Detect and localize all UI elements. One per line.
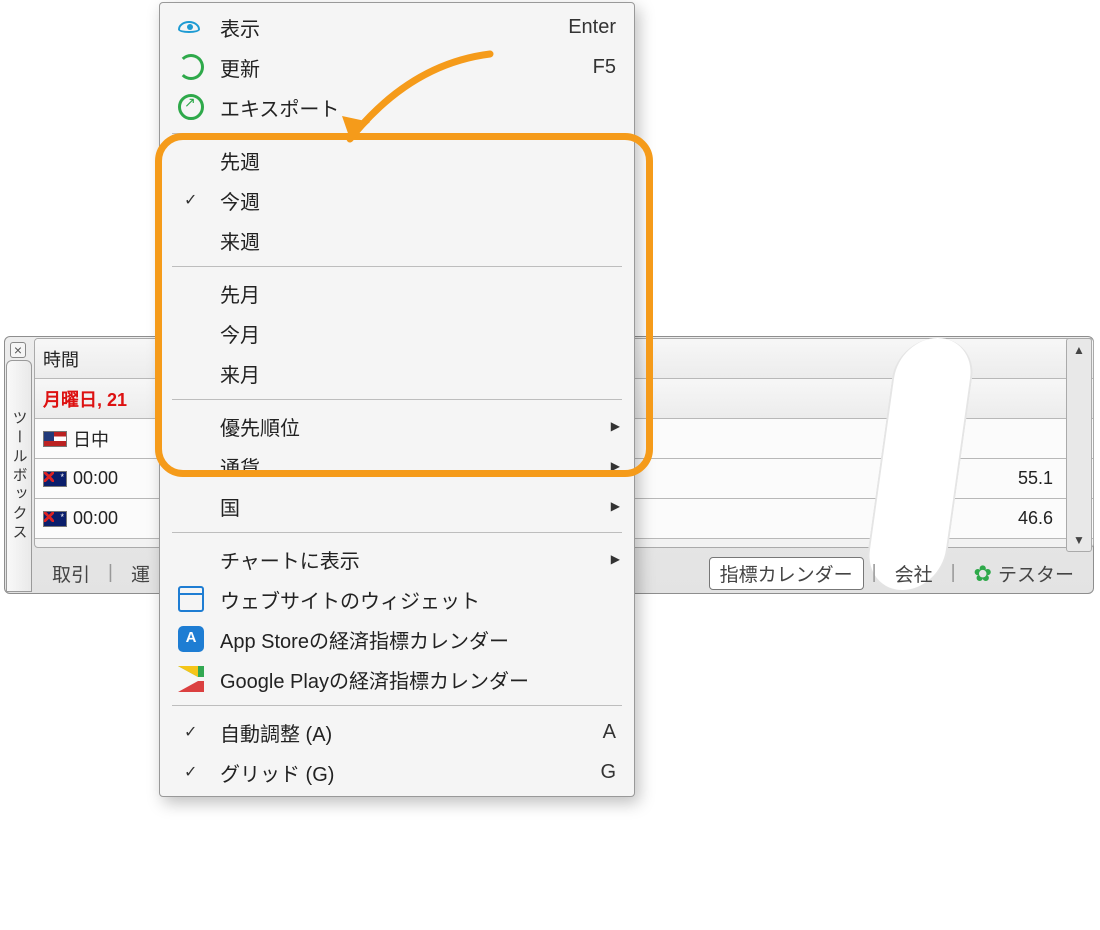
appstore-icon: A <box>178 626 204 652</box>
label: 来週 <box>220 226 260 255</box>
calendar-icon <box>178 586 204 612</box>
menu-refresh-shortcut: F5 <box>593 56 616 79</box>
menu-separator <box>172 705 622 706</box>
star-icon: ✿ <box>974 561 992 586</box>
label: ウェブサイトのウィジェット <box>220 585 480 614</box>
label: 今月 <box>220 319 260 348</box>
toolbox-vertical-tab[interactable]: ツールボックス <box>6 360 32 592</box>
tab-separator-icon: | <box>951 562 956 584</box>
menu-country[interactable]: 国▶ <box>160 486 634 526</box>
eye-icon <box>178 21 200 33</box>
row-time: 日中 <box>73 426 109 452</box>
label: 自動調整 (A) <box>220 718 332 747</box>
submenu-arrow-icon: ▶ <box>611 499 620 513</box>
tab-tester[interactable]: ✿ テスター <box>964 558 1084 589</box>
menu-period-next-month[interactable]: 来月 <box>160 353 634 393</box>
label: チャートに表示 <box>220 545 360 574</box>
menu-export[interactable]: エキスポート <box>160 87 634 127</box>
flag-au-icon <box>43 511 67 527</box>
menu-export-label: エキスポート <box>220 93 339 122</box>
menu-priority[interactable]: 優先順位 ▶ <box>160 406 634 446</box>
refresh-icon <box>178 54 204 80</box>
menu-googleplay[interactable]: Google Playの経済指標カレンダー <box>160 659 634 699</box>
submenu-arrow-icon: ▶ <box>611 419 620 433</box>
menu-period-this-month[interactable]: 今月 <box>160 313 634 353</box>
tab-tester-label: テスター <box>998 565 1074 586</box>
menu-separator <box>172 532 622 533</box>
menu-auto-adjust[interactable]: ✓ 自動調整 (A) A <box>160 712 634 752</box>
label: 優先順位 <box>220 412 300 441</box>
menu-period-last-week[interactable]: 先週 <box>160 140 634 180</box>
menu-refresh-label: 更新 <box>220 53 260 82</box>
tab-operations[interactable]: 運 <box>121 558 160 589</box>
menu-view-shortcut: Enter <box>568 16 616 39</box>
label: 先週 <box>220 146 260 175</box>
menu-period-this-week[interactable]: ✓ 今週 <box>160 180 634 220</box>
tab-economic-calendar[interactable]: 指標カレンダー <box>709 557 864 590</box>
scroll-down-icon[interactable]: ▼ <box>1067 533 1091 547</box>
context-menu: 表示 Enter 更新 F5 エキスポート 先週 ✓ 今週 来週 先月 今月 来月… <box>159 2 635 797</box>
close-panel-button[interactable]: × <box>10 342 26 358</box>
label: 来月 <box>220 359 260 388</box>
tab-company[interactable]: 会社 <box>885 558 943 589</box>
export-icon <box>178 94 204 120</box>
label: 先月 <box>220 279 260 308</box>
menu-view[interactable]: 表示 Enter <box>160 7 634 47</box>
menu-separator <box>172 399 622 400</box>
menu-show-on-chart[interactable]: チャートに表示 ▶ <box>160 539 634 579</box>
row-time: 00:00 <box>73 508 118 529</box>
menu-period-next-week[interactable]: 来週 <box>160 220 634 260</box>
label: 今週 <box>220 186 260 215</box>
tab-separator-icon: | <box>108 562 113 584</box>
menu-appstore[interactable]: A App Storeの経済指標カレンダー <box>160 619 634 659</box>
label: グリッド (G) <box>220 758 334 787</box>
menu-separator <box>172 133 622 134</box>
menu-currency[interactable]: 通貨 ▶ <box>160 446 634 486</box>
vertical-scrollbar[interactable]: ▲ ▼ <box>1066 338 1092 552</box>
row-time: 00:00 <box>73 468 118 489</box>
shortcut: G <box>600 761 616 784</box>
check-icon: ✓ <box>184 762 197 782</box>
label: App Storeの経済指標カレンダー <box>220 625 509 654</box>
check-icon: ✓ <box>184 722 197 742</box>
submenu-arrow-icon: ▶ <box>611 552 620 566</box>
menu-period-last-month[interactable]: 先月 <box>160 273 634 313</box>
shortcut: A <box>603 721 616 744</box>
scroll-up-icon[interactable]: ▲ <box>1067 343 1091 357</box>
menu-view-label: 表示 <box>220 13 260 42</box>
googleplay-icon <box>178 666 204 692</box>
flag-au-icon <box>43 471 67 487</box>
menu-refresh[interactable]: 更新 F5 <box>160 47 634 87</box>
flag-us-icon <box>43 431 67 447</box>
label: 国 <box>220 492 240 521</box>
menu-grid[interactable]: ✓ グリッド (G) G <box>160 752 634 792</box>
menu-website-widget[interactable]: ウェブサイトのウィジェット <box>160 579 634 619</box>
check-icon: ✓ <box>184 190 197 210</box>
calendar-date-text: 月曜日, 21 <box>43 386 127 412</box>
label: Google Playの経済指標カレンダー <box>220 665 529 694</box>
label: 通貨 <box>220 452 260 481</box>
tab-separator-icon: | <box>872 562 877 584</box>
menu-separator <box>172 266 622 267</box>
tab-trade[interactable]: 取引 <box>42 558 100 589</box>
submenu-arrow-icon: ▶ <box>611 459 620 473</box>
col-time-header[interactable]: 時間 <box>43 346 163 372</box>
